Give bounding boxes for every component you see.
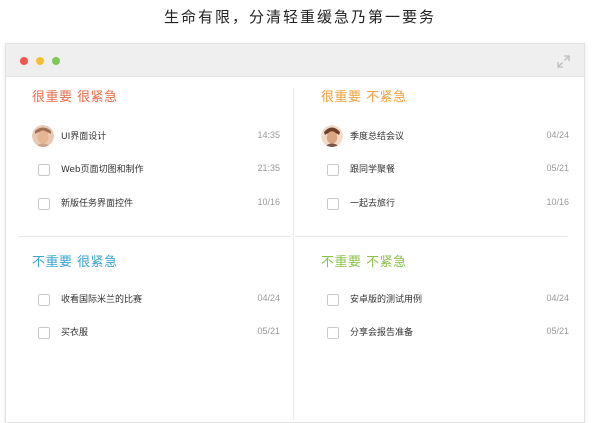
task-item[interactable]: 安卓版的测试用例 04/24 xyxy=(321,288,569,312)
task-label: 分享会报告准备 xyxy=(350,328,414,338)
task-item[interactable]: 分享会报告准备 05/21 xyxy=(321,321,569,345)
task-checkbox[interactable] xyxy=(38,164,50,176)
task-label: 收看国际米兰的比赛 xyxy=(61,295,143,305)
expand-icon[interactable] xyxy=(557,53,570,68)
task-label: 安卓版的测试用例 xyxy=(350,295,423,305)
quadrant-not-important-not-urgent: 不重要 不紧急 安卓版的测试用例 04/24 分享会报告准备 05/21 xyxy=(321,253,569,363)
task-date: 14:35 xyxy=(257,130,280,140)
task-item[interactable]: 买衣服 05/21 xyxy=(32,321,280,345)
page-heading: 生命有限，分清轻重缓急乃第一要务 xyxy=(163,8,436,26)
task-date: 10/16 xyxy=(257,197,280,207)
quadrant-divider-vertical xyxy=(293,88,294,420)
quadrant-title: 不重要 很紧急 xyxy=(32,255,118,270)
task-label: UI界面设计 xyxy=(61,132,107,142)
task-label: 新版任务界面控件 xyxy=(61,199,134,209)
task-label: 跟同学聚餐 xyxy=(350,165,396,175)
task-date: 05/21 xyxy=(546,163,569,173)
task-date: 04/24 xyxy=(546,130,569,140)
task-item[interactable]: 新版任务界面控件 10/16 xyxy=(32,192,280,216)
task-item[interactable]: UI界面设计 14:35 xyxy=(32,125,280,149)
task-checkbox[interactable] xyxy=(327,198,339,210)
task-label: 季度总结会议 xyxy=(350,132,405,142)
close-light[interactable] xyxy=(20,57,28,65)
task-checkbox[interactable] xyxy=(38,327,50,339)
task-checkbox[interactable] xyxy=(38,294,50,306)
quadrant-divider-left xyxy=(18,236,291,237)
avatar xyxy=(321,125,343,147)
task-checkbox[interactable] xyxy=(38,198,50,210)
avatar xyxy=(32,125,54,147)
quadrant-title: 很重要 很紧急 xyxy=(32,90,118,105)
quadrant-title: 不重要 不紧急 xyxy=(321,255,407,270)
task-date: 05/21 xyxy=(546,326,569,336)
window-titlebar xyxy=(6,44,584,77)
task-checkbox[interactable] xyxy=(327,327,339,339)
task-item[interactable]: 收看国际米兰的比赛 04/24 xyxy=(32,288,280,312)
task-date: 04/24 xyxy=(546,293,569,303)
quadrant-title: 很重要 不紧急 xyxy=(321,90,407,105)
quadrant-divider-right xyxy=(295,236,567,237)
task-date: 10/16 xyxy=(546,197,569,207)
task-item[interactable]: Web页面切图和制作 21:35 xyxy=(32,158,280,182)
task-item[interactable]: 季度总结会议 04/24 xyxy=(321,125,569,149)
app-window: 很重要 很紧急 UI界面设计 14:35 Web页面切图和制作 21:35 新版… xyxy=(5,43,585,423)
task-item[interactable]: 一起去旅行 10/16 xyxy=(321,192,569,216)
task-item[interactable]: 跟同学聚餐 05/21 xyxy=(321,158,569,182)
task-date: 21:35 xyxy=(257,163,280,173)
task-label: Web页面切图和制作 xyxy=(61,165,144,175)
task-checkbox[interactable] xyxy=(327,294,339,306)
task-label: 买衣服 xyxy=(61,328,89,338)
maximize-light[interactable] xyxy=(52,57,60,65)
quadrant-important-urgent: 很重要 很紧急 UI界面设计 14:35 Web页面切图和制作 21:35 新版… xyxy=(32,88,280,228)
task-date: 04/24 xyxy=(257,293,280,303)
quadrant-not-important-urgent: 不重要 很紧急 收看国际米兰的比赛 04/24 买衣服 05/21 xyxy=(32,253,280,363)
task-checkbox[interactable] xyxy=(327,164,339,176)
quadrant-important-not-urgent: 很重要 不紧急 季度总结会议 04/24 跟同学聚餐 05/21 一起去旅行 1… xyxy=(321,88,569,228)
task-label: 一起去旅行 xyxy=(350,199,396,209)
task-date: 05/21 xyxy=(257,326,280,336)
minimize-light[interactable] xyxy=(36,57,44,65)
